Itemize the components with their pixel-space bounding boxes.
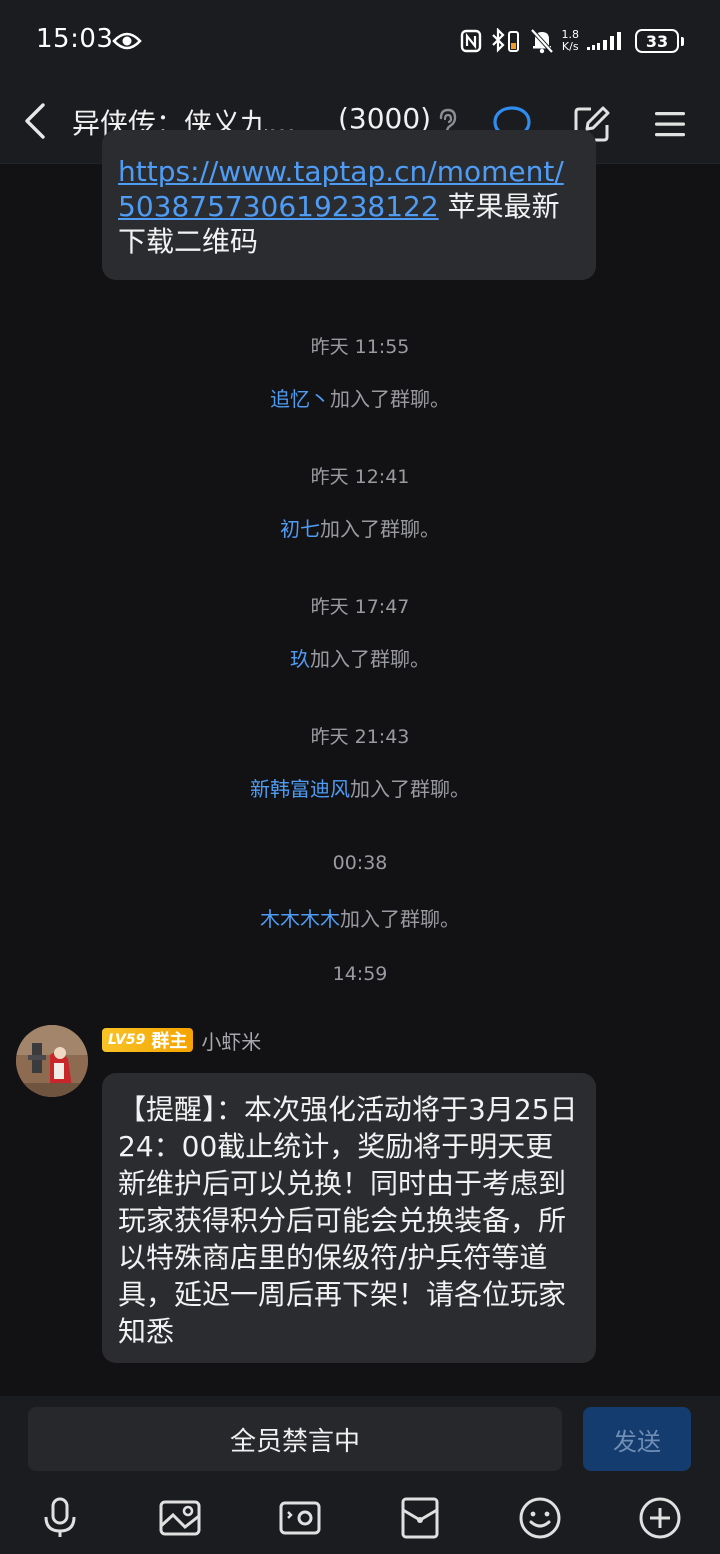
timestamp: 昨天 21:43 <box>310 726 410 748</box>
join-notice: 玖加入了群聊。 <box>0 643 720 672</box>
eye-icon <box>112 32 142 50</box>
input-area: 全员禁言中 发送 <box>0 1396 720 1554</box>
battery-level: 33 <box>635 29 679 53</box>
join-notice: 木木木木加入了群聊。 <box>0 903 720 932</box>
battery-indicator: 33 <box>635 29 684 53</box>
join-text: 加入了群聊。 <box>340 907 460 931</box>
join-text: 加入了群聊。 <box>350 777 470 801</box>
timestamp: 昨天 17:47 <box>310 596 410 618</box>
timestamp: 00:38 <box>332 852 388 874</box>
previous-message-bubble[interactable]: https://www.taptap.cn/moment/50387573061… <box>102 130 596 280</box>
join-text: 加入了群聊。 <box>320 517 440 541</box>
send-button[interactable]: 发送 <box>583 1407 691 1471</box>
sender-info: LV59 群主 小虾米 <box>102 1026 261 1054</box>
microphone-icon[interactable] <box>38 1496 82 1540</box>
chat-screen: 15:03 1.8 K/s 33 异侠传：侠义九… (3000) https:/… <box>0 0 720 1554</box>
battery-tip <box>681 36 684 46</box>
timestamp: 昨天 12:41 <box>310 466 410 488</box>
join-text: 加入了群聊。 <box>310 647 430 671</box>
status-icons: 1.8 K/s 33 <box>460 24 684 58</box>
member-name-link[interactable]: 新韩富迪风 <box>250 777 350 801</box>
network-speed: 1.8 K/s <box>562 29 580 53</box>
level-text: LV59 <box>108 1032 146 1048</box>
red-packet-icon[interactable] <box>398 1496 442 1540</box>
sender-name[interactable]: 小虾米 <box>201 1026 261 1055</box>
member-name-link[interactable]: 初七 <box>280 517 320 541</box>
menu-button[interactable] <box>646 100 694 148</box>
video-icon[interactable] <box>278 1496 322 1540</box>
back-arrow-icon[interactable] <box>22 102 48 140</box>
muted-input-box: 全员禁言中 <box>28 1407 562 1471</box>
member-name-link[interactable]: 玖 <box>290 647 310 671</box>
timestamp: 14:59 <box>332 963 388 985</box>
join-notice: 初七加入了群聊。 <box>0 513 720 542</box>
network-speed-unit: K/s <box>561 40 579 53</box>
emoji-icon[interactable] <box>518 1496 562 1540</box>
join-notice: 追忆丶加入了群聊。 <box>0 383 720 412</box>
image-icon[interactable] <box>158 1496 202 1540</box>
level-badge: LV59 群主 <box>102 1028 194 1052</box>
menu-icon <box>655 112 685 137</box>
status-time: 15:03 <box>36 24 114 54</box>
join-text: 加入了群聊。 <box>330 387 450 411</box>
member-name-link[interactable]: 木木木木 <box>260 907 340 931</box>
timestamp: 昨天 11:55 <box>310 336 410 358</box>
message-text: 【提醒】：本次强化活动将于3月25日24：00截止统计，奖励将于明天更新维护后可… <box>118 1093 578 1348</box>
role-text: 群主 <box>151 1031 188 1052</box>
join-notice: 新韩富迪风加入了群聊。 <box>0 773 720 802</box>
signal-icon <box>587 32 621 50</box>
sender-avatar[interactable] <box>16 1025 88 1097</box>
message-bubble[interactable]: 【提醒】：本次强化活动将于3月25日24：00截止统计，奖励将于明天更新维护后可… <box>102 1073 596 1363</box>
member-name-link[interactable]: 追忆丶 <box>270 387 330 411</box>
mute-bell-icon <box>530 28 553 54</box>
bluetooth-battery-icon <box>491 28 519 53</box>
status-bar: 15:03 1.8 K/s 33 <box>0 0 720 82</box>
avatar-image <box>16 1025 88 1097</box>
nfc-icon <box>460 29 481 53</box>
plus-icon[interactable] <box>638 1496 682 1540</box>
